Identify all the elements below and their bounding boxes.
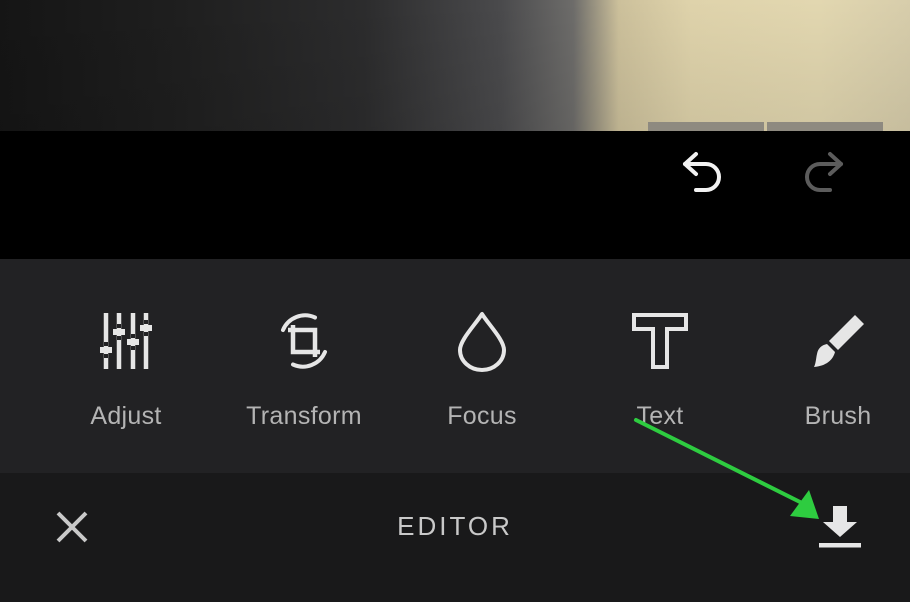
- tool-label: Transform: [246, 402, 362, 430]
- tool-brush[interactable]: Brush: [758, 259, 910, 473]
- tools-panel: Adjust Transform Focus Text Brush: [0, 259, 910, 473]
- tool-label: Brush: [804, 402, 872, 430]
- download-button[interactable]: [810, 497, 870, 557]
- bottom-bar: EDITOR: [0, 473, 910, 602]
- crop-rotate-icon: [224, 309, 384, 373]
- tool-label: Focus: [447, 402, 517, 430]
- tool-text[interactable]: Text: [580, 259, 740, 473]
- redo-arrow-icon: [805, 152, 843, 192]
- history-band: [0, 131, 910, 259]
- redo-button[interactable]: [792, 142, 852, 202]
- tool-transform[interactable]: Transform: [224, 259, 384, 473]
- filmstrip-tab[interactable]: [767, 122, 883, 131]
- filmstrip-tab[interactable]: [648, 122, 764, 131]
- sliders-icon: [46, 309, 206, 373]
- tool-label: Adjust: [90, 402, 162, 430]
- editor-screen: Adjust Transform Focus Text Brush EDITOR: [0, 0, 910, 602]
- photo-shade: [0, 0, 910, 131]
- download-icon: [819, 506, 861, 548]
- tool-adjust[interactable]: Adjust: [46, 259, 206, 473]
- photo-preview[interactable]: [0, 0, 910, 131]
- undo-button[interactable]: [674, 142, 734, 202]
- tool-focus[interactable]: Focus: [402, 259, 562, 473]
- undo-arrow-icon: [683, 152, 721, 192]
- close-button[interactable]: [42, 497, 102, 557]
- tool-label: Text: [636, 402, 684, 430]
- brush-icon: [758, 309, 910, 373]
- droplet-icon: [402, 309, 562, 373]
- page-title: EDITOR: [397, 511, 513, 541]
- close-icon: [56, 511, 88, 543]
- text-t-icon: [580, 309, 740, 373]
